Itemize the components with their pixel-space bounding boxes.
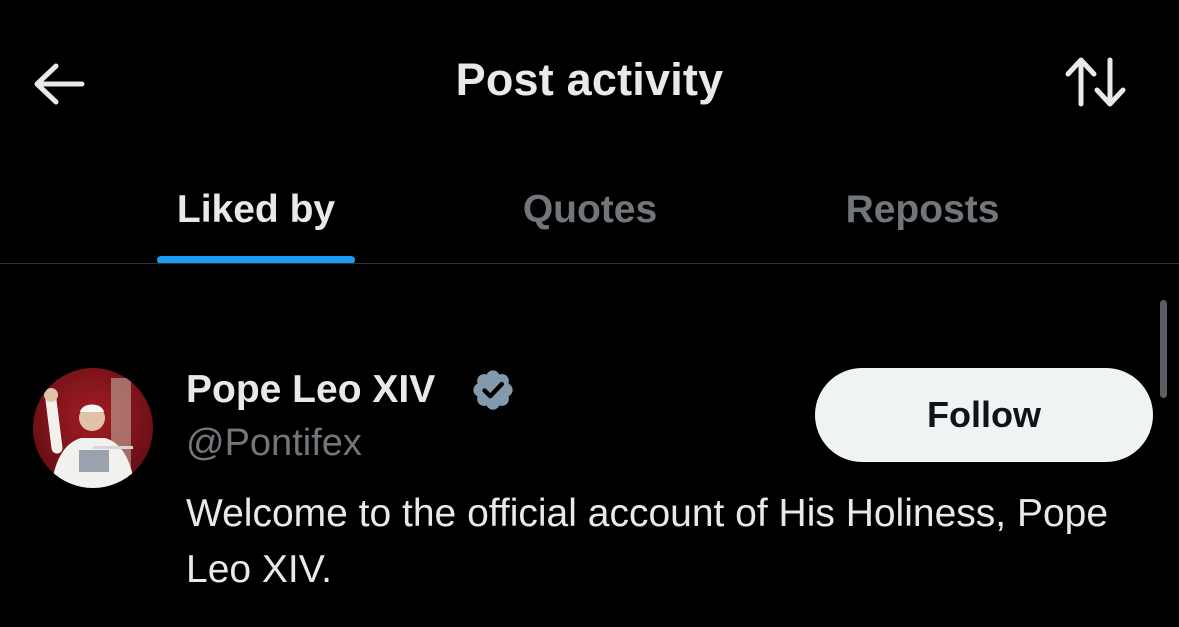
verified-badge-icon (473, 370, 513, 410)
post-activity-screen: Post activity Liked by Quotes Reposts Po… (0, 0, 1179, 627)
tab-liked-by[interactable]: Liked by (140, 175, 372, 245)
top-bar: Post activity (0, 0, 1179, 165)
tabs-divider (0, 263, 1179, 264)
sort-arrows-icon (1065, 57, 1126, 107)
user-display-name[interactable]: Pope Leo XIV (186, 368, 435, 412)
avatar[interactable] (33, 368, 153, 488)
user-bio: Welcome to the official account of His H… (186, 492, 1109, 591)
tab-quotes[interactable]: Quotes (475, 175, 705, 245)
follow-button[interactable]: Follow (815, 368, 1153, 462)
tab-bar: Liked by Quotes Reposts (0, 165, 1179, 265)
tab-reposts[interactable]: Reposts (800, 175, 1045, 245)
user-list-item[interactable]: Pope Leo XIV @Pontifex Follow Welcome to… (0, 340, 1179, 627)
sort-button[interactable] (1060, 52, 1132, 112)
user-handle: @Pontifex (186, 422, 362, 464)
page-title: Post activity (455, 54, 724, 105)
